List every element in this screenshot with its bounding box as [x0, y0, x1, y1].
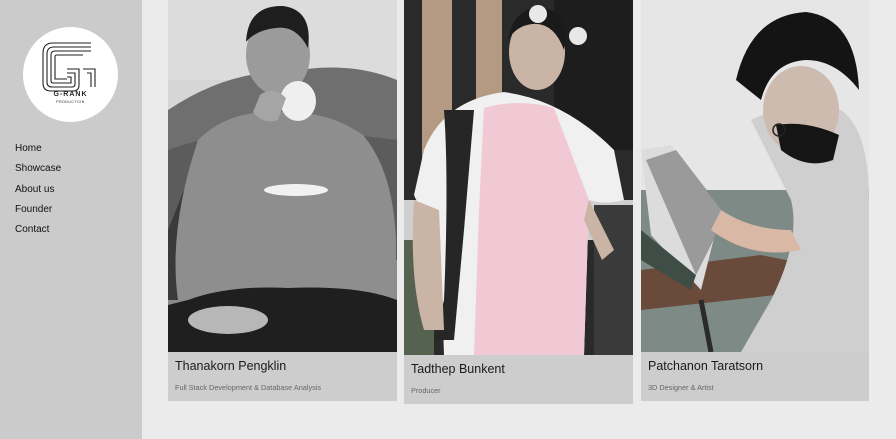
team-card[interactable]: Tadthep Bunkent Producer	[404, 0, 633, 404]
member-name: Tadthep Bunkent	[411, 362, 505, 376]
brand-logo[interactable]: G-RANK PRODUCTION	[23, 27, 118, 122]
member-role: Full Stack Development & Database Analys…	[175, 383, 322, 392]
nav-link-showcase[interactable]: Showcase	[15, 163, 61, 175]
nav-item-about-us: About us	[15, 179, 61, 199]
nav-link-about-us[interactable]: About us	[15, 184, 54, 196]
main-nav: Home Showcase About us Founder Contact	[15, 138, 61, 239]
brand-tagline: PRODUCTION	[56, 100, 85, 104]
nav-item-home: Home	[15, 138, 61, 158]
team-card[interactable]: Patchanon Taratsorn 3D Designer & Artist	[641, 0, 869, 401]
member-name: Thanakorn Pengklin	[175, 359, 287, 373]
nav-link-home[interactable]: Home	[15, 143, 42, 155]
nav-link-founder[interactable]: Founder	[15, 204, 52, 216]
nav-link-contact[interactable]: Contact	[15, 224, 49, 236]
nav-item-contact: Contact	[15, 219, 61, 239]
member-name: Patchanon Taratsorn	[648, 359, 764, 373]
member-photo	[641, 0, 869, 352]
team-card[interactable]: Thanakorn Pengklin Full Stack Developmen…	[168, 0, 397, 401]
g-rank-logo-icon	[42, 42, 96, 92]
brand-name: G-RANK	[53, 91, 88, 98]
nav-item-showcase: Showcase	[15, 158, 61, 178]
nav-item-founder: Founder	[15, 199, 61, 219]
member-role: Producer	[411, 386, 441, 395]
member-photo	[404, 0, 633, 355]
member-role: 3D Designer & Artist	[648, 383, 714, 392]
member-photo	[168, 0, 397, 352]
sidebar: G-RANK PRODUCTION Home Showcase About us…	[0, 0, 142, 439]
